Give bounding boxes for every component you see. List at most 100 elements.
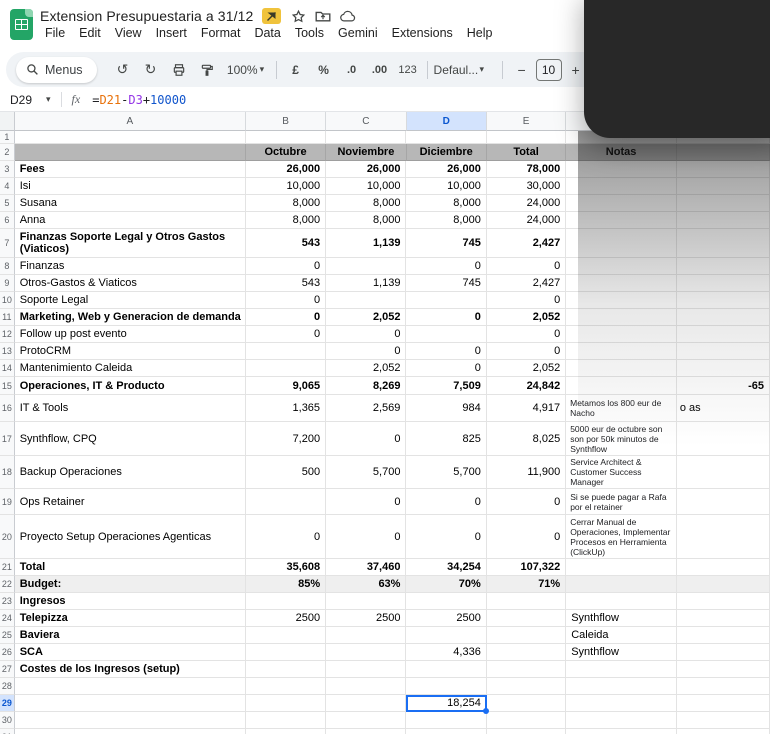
- cell-A7[interactable]: Finanzas Soporte Legal y Otros Gastos (V…: [15, 229, 246, 258]
- cell-D8[interactable]: 0: [406, 258, 486, 275]
- row-header-26[interactable]: 26: [0, 644, 15, 661]
- cell-A28[interactable]: [15, 678, 246, 695]
- cell-F3[interactable]: [566, 161, 677, 178]
- cell-D23[interactable]: [406, 593, 486, 610]
- cell-C22[interactable]: 63%: [326, 576, 406, 593]
- cell-C9[interactable]: 1,139: [326, 275, 406, 292]
- font-size-input[interactable]: 10: [536, 59, 562, 81]
- cell-C17[interactable]: 0: [326, 422, 406, 456]
- cell-B4[interactable]: 10,000: [246, 178, 326, 195]
- cell-E1[interactable]: [487, 131, 566, 144]
- cell-G5[interactable]: [677, 195, 770, 212]
- cell-E14[interactable]: 2,052: [487, 360, 566, 377]
- menus-search-button[interactable]: Menus: [16, 57, 97, 83]
- cell-E11[interactable]: 2,052: [487, 309, 566, 326]
- cell-C8[interactable]: [326, 258, 406, 275]
- cell-A14[interactable]: Mantenimiento Caleida: [15, 360, 246, 377]
- cell-B1[interactable]: [246, 131, 326, 144]
- menu-item-gemini[interactable]: Gemini: [331, 25, 385, 43]
- cell-D26[interactable]: 4,336: [406, 644, 486, 661]
- cell-C31[interactable]: [326, 729, 406, 734]
- cell-F30[interactable]: [566, 712, 677, 729]
- row-header-9[interactable]: 9: [0, 275, 15, 292]
- cell-G10[interactable]: [677, 292, 770, 309]
- cell-A15[interactable]: Operaciones, IT & Producto: [15, 377, 246, 395]
- cell-C14[interactable]: 2,052: [326, 360, 406, 377]
- cell-A10[interactable]: Soporte Legal: [15, 292, 246, 309]
- star-icon[interactable]: [290, 8, 306, 24]
- increase-decimal-button[interactable]: .00: [367, 57, 393, 83]
- cell-G17[interactable]: [677, 422, 770, 456]
- cell-B15[interactable]: 9,065: [246, 377, 326, 395]
- menu-item-insert[interactable]: Insert: [149, 25, 194, 43]
- cell-B26[interactable]: [246, 644, 326, 661]
- cell-E2[interactable]: Total: [487, 144, 566, 161]
- cell-C30[interactable]: [326, 712, 406, 729]
- cell-E8[interactable]: 0: [487, 258, 566, 275]
- cell-D27[interactable]: [406, 661, 486, 678]
- cell-B27[interactable]: [246, 661, 326, 678]
- cell-G24[interactable]: [677, 610, 770, 627]
- cell-D28[interactable]: [406, 678, 486, 695]
- cell-D19[interactable]: 0: [406, 489, 486, 515]
- chevron-down-icon[interactable]: ▾: [46, 94, 51, 105]
- cell-D5[interactable]: 8,000: [406, 195, 486, 212]
- cell-A22[interactable]: Budget:: [15, 576, 246, 593]
- cell-D3[interactable]: 26,000: [406, 161, 486, 178]
- cell-C2[interactable]: Noviembre: [326, 144, 406, 161]
- cell-B6[interactable]: 8,000: [246, 212, 326, 229]
- cell-A5[interactable]: Susana: [15, 195, 246, 212]
- cell-B24[interactable]: 2500: [246, 610, 326, 627]
- cell-B28[interactable]: [246, 678, 326, 695]
- cell-B30[interactable]: [246, 712, 326, 729]
- cell-D4[interactable]: 10,000: [406, 178, 486, 195]
- formula-input[interactable]: =D21-D3+10000: [92, 93, 186, 107]
- paint-format-button[interactable]: [194, 57, 220, 83]
- cell-C1[interactable]: [326, 131, 406, 144]
- cell-C6[interactable]: 8,000: [326, 212, 406, 229]
- row-header-29[interactable]: 29: [0, 695, 15, 712]
- cell-E6[interactable]: 24,000: [487, 212, 566, 229]
- cell-B7[interactable]: 543: [246, 229, 326, 258]
- row-header-25[interactable]: 25: [0, 627, 15, 644]
- cell-E29[interactable]: [487, 695, 566, 712]
- cell-A19[interactable]: Ops Retainer: [15, 489, 246, 515]
- cell-G8[interactable]: [677, 258, 770, 275]
- cell-F17[interactable]: 5000 eur de octubre son son por 50k minu…: [566, 422, 677, 456]
- cell-D21[interactable]: 34,254: [406, 559, 486, 576]
- cell-C5[interactable]: 8,000: [326, 195, 406, 212]
- cell-C12[interactable]: 0: [326, 326, 406, 343]
- cell-B12[interactable]: 0: [246, 326, 326, 343]
- cell-D15[interactable]: 7,509: [406, 377, 486, 395]
- row-header-27[interactable]: 27: [0, 661, 15, 678]
- cell-A23[interactable]: Ingresos: [15, 593, 246, 610]
- cell-A30[interactable]: [15, 712, 246, 729]
- cell-G27[interactable]: [677, 661, 770, 678]
- cell-D17[interactable]: 825: [406, 422, 486, 456]
- cell-E20[interactable]: 0: [487, 515, 566, 559]
- cell-E18[interactable]: 11,900: [487, 456, 566, 489]
- cell-C23[interactable]: [326, 593, 406, 610]
- cell-G22[interactable]: [677, 576, 770, 593]
- cell-B20[interactable]: 0: [246, 515, 326, 559]
- cell-A12[interactable]: Follow up post evento: [15, 326, 246, 343]
- column-header-c[interactable]: C: [326, 112, 406, 131]
- cell-G30[interactable]: [677, 712, 770, 729]
- row-header-18[interactable]: 18: [0, 456, 15, 489]
- menu-item-help[interactable]: Help: [460, 25, 500, 43]
- cell-G9[interactable]: [677, 275, 770, 292]
- cell-B5[interactable]: 8,000: [246, 195, 326, 212]
- row-header-4[interactable]: 4: [0, 178, 15, 195]
- cell-F23[interactable]: [566, 593, 677, 610]
- cell-F28[interactable]: [566, 678, 677, 695]
- cell-F27[interactable]: [566, 661, 677, 678]
- cell-D14[interactable]: 0: [406, 360, 486, 377]
- cell-E24[interactable]: [487, 610, 566, 627]
- cell-F29[interactable]: [566, 695, 677, 712]
- row-header-23[interactable]: 23: [0, 593, 15, 610]
- cell-C18[interactable]: 5,700: [326, 456, 406, 489]
- cell-G29[interactable]: [677, 695, 770, 712]
- cell-B19[interactable]: [246, 489, 326, 515]
- format-currency-button[interactable]: £: [283, 57, 309, 83]
- menu-item-tools[interactable]: Tools: [288, 25, 331, 43]
